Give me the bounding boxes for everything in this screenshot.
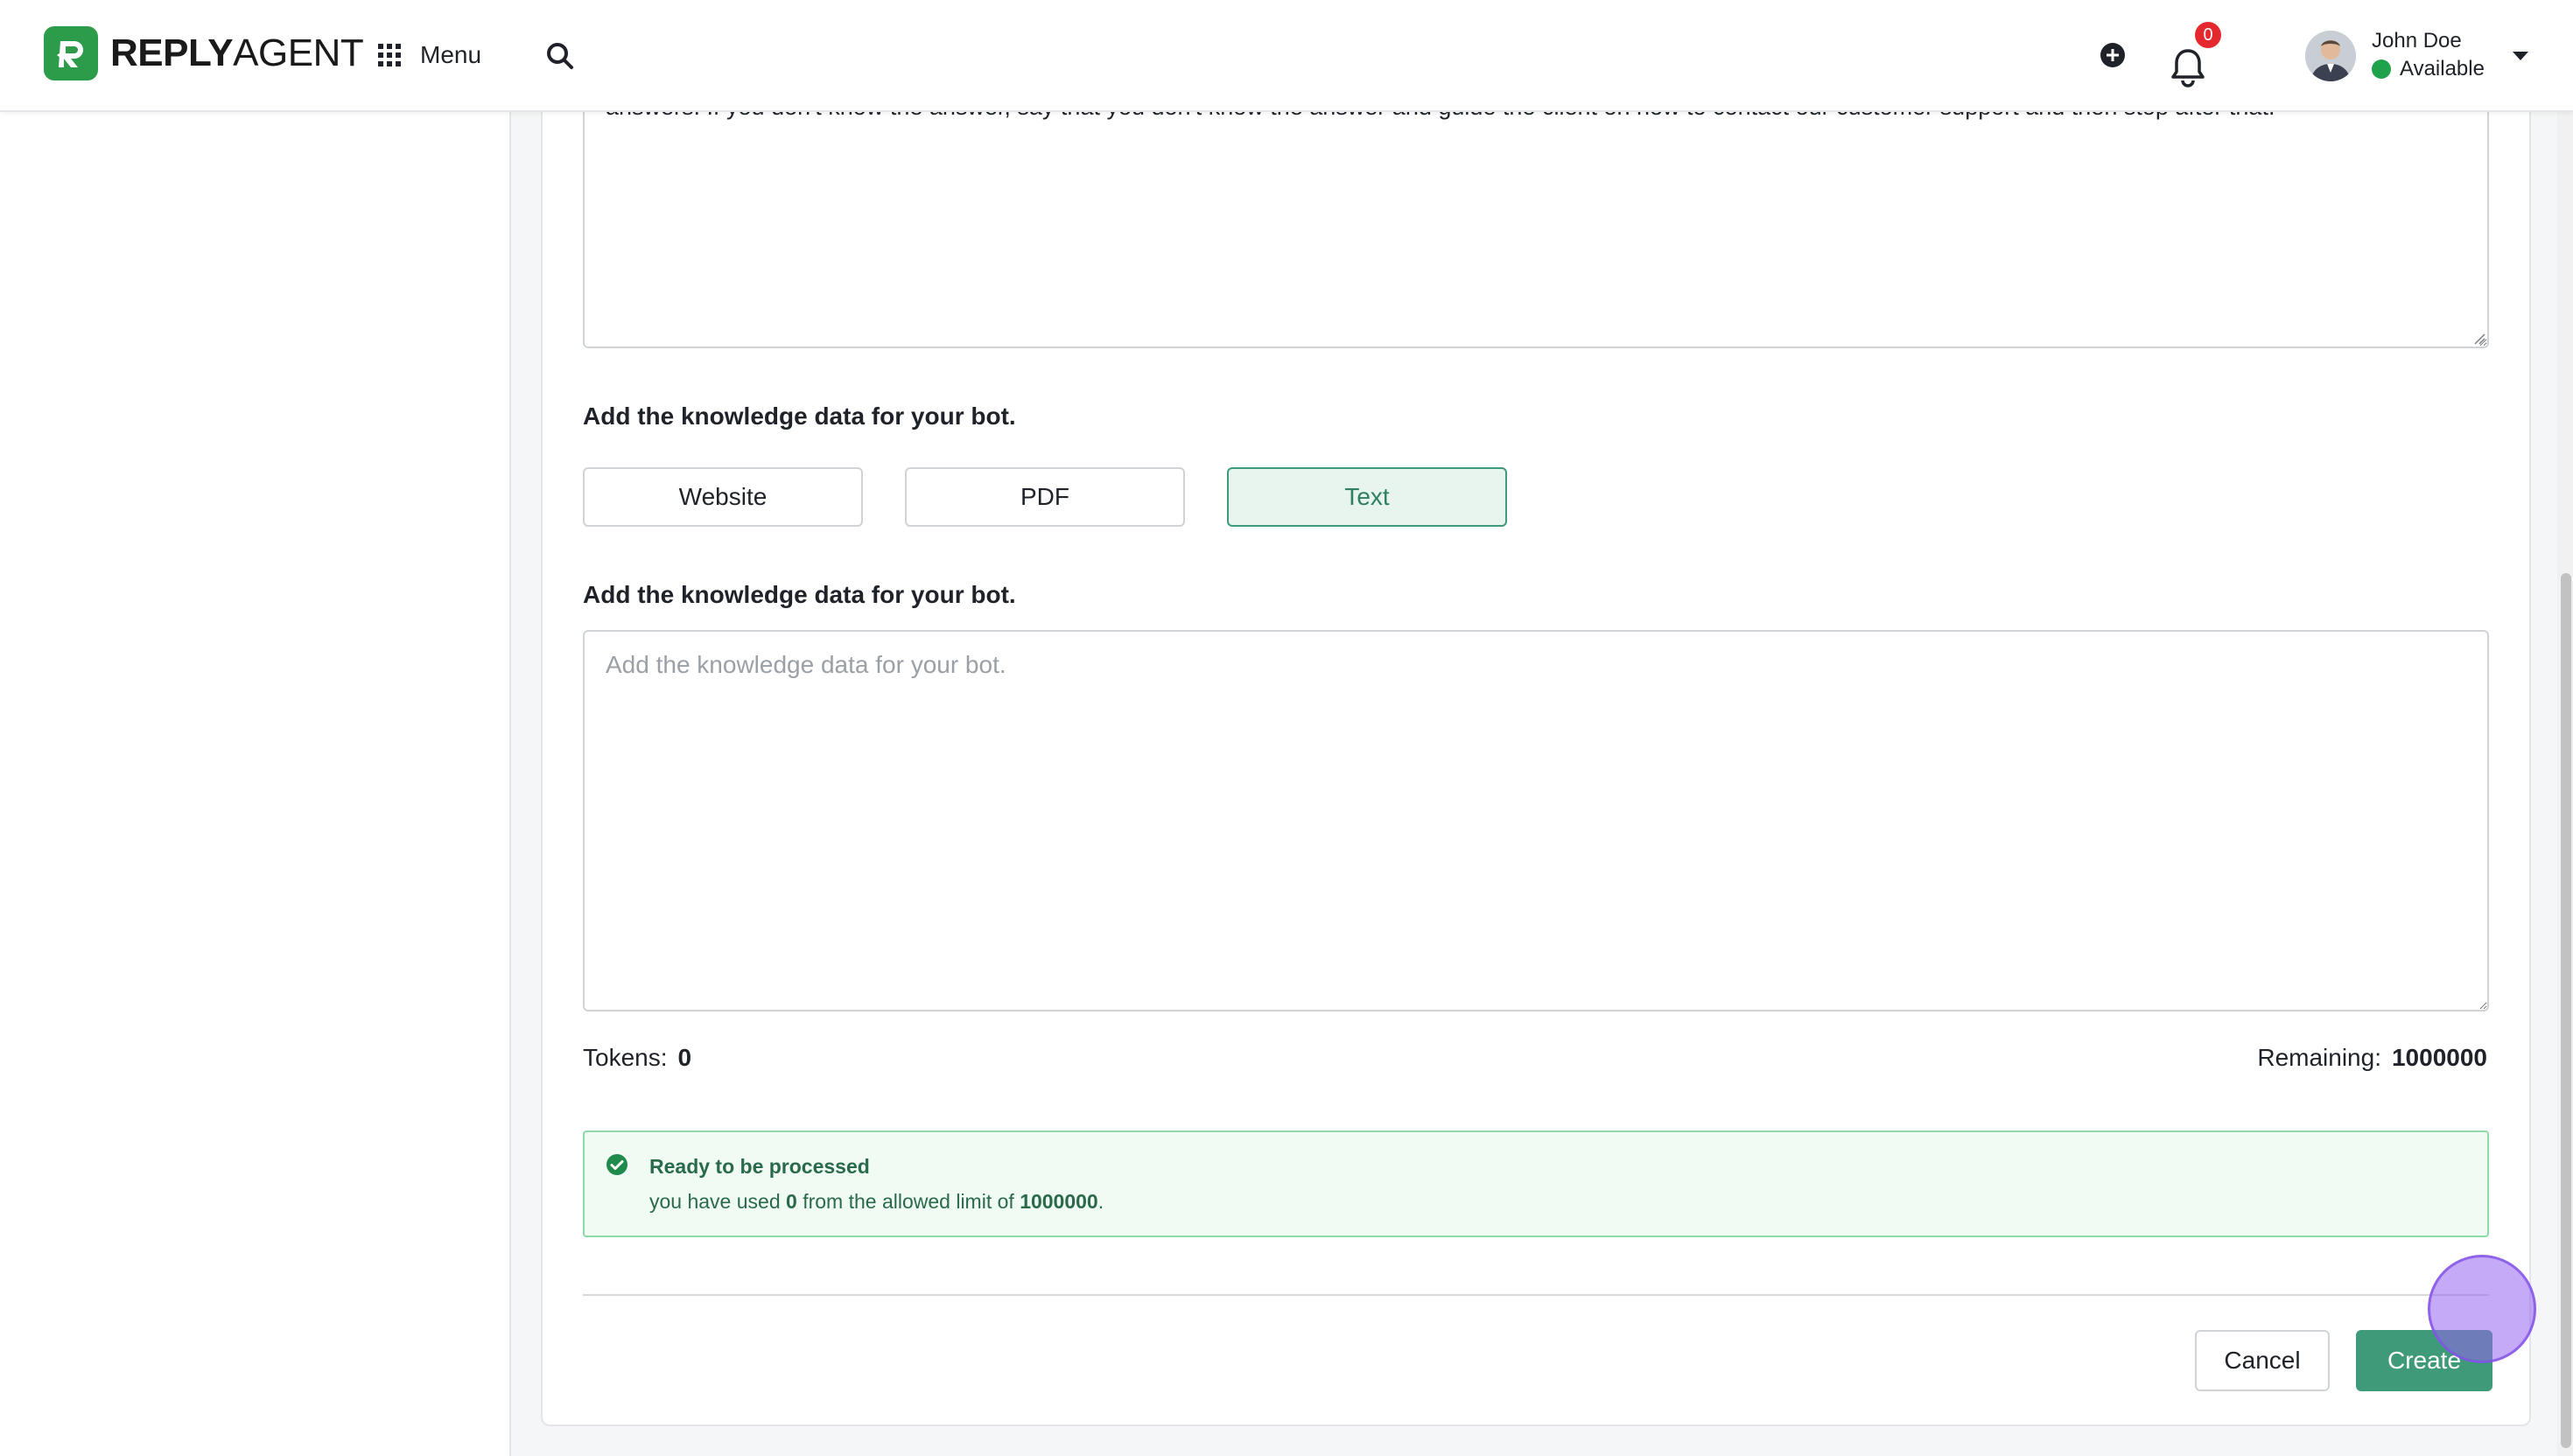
tokens-value: 0 bbox=[677, 1044, 692, 1071]
user-status: Available bbox=[2372, 54, 2485, 84]
form-footer-divider bbox=[583, 1294, 2489, 1296]
user-menu[interactable]: John Doe Available bbox=[2305, 26, 2530, 86]
source-text-button[interactable]: Text bbox=[1227, 467, 1507, 527]
tokens-label: Tokens: bbox=[583, 1044, 668, 1071]
source-website-button[interactable]: Website bbox=[583, 467, 863, 527]
avatar bbox=[2305, 31, 2356, 81]
grid-icon bbox=[378, 44, 401, 66]
user-status-label: Available bbox=[2400, 57, 2485, 80]
create-button[interactable]: Create bbox=[2356, 1330, 2492, 1391]
ready-alert: Ready to be processed you have used 0 fr… bbox=[583, 1130, 2489, 1237]
left-sidebar bbox=[0, 112, 511, 1456]
check-circle-icon bbox=[606, 1154, 627, 1175]
alert-limit-value: 1000000 bbox=[1020, 1190, 1098, 1213]
knowledge-text-input[interactable] bbox=[583, 630, 2489, 1012]
search-icon[interactable] bbox=[543, 38, 578, 74]
cancel-button[interactable]: Cancel bbox=[2195, 1330, 2330, 1391]
replyagent-logo[interactable]: REPLYAGENT bbox=[44, 26, 364, 80]
brand-name: REPLYAGENT bbox=[110, 32, 364, 74]
alert-body-middle: from the allowed limit of bbox=[803, 1190, 1014, 1213]
bot-prompt-textarea[interactable]: always structure the answer with differe… bbox=[583, 88, 2489, 348]
knowledge-source-label: Add the knowledge data for your bot. bbox=[583, 402, 1016, 430]
remaining-value: 1000000 bbox=[2391, 1044, 2487, 1071]
user-info: John Doe Available bbox=[2372, 28, 2485, 84]
replyagent-logo-icon bbox=[44, 26, 98, 80]
alert-title: Ready to be processed bbox=[649, 1155, 870, 1178]
alert-used-value: 0 bbox=[786, 1190, 797, 1213]
user-name: John Doe bbox=[2372, 29, 2462, 52]
alert-body-suffix: . bbox=[1097, 1190, 1104, 1213]
remaining-label: Remaining: bbox=[2257, 1044, 2381, 1071]
page-scrollbar-thumb[interactable] bbox=[2561, 573, 2571, 1448]
caret-down-icon bbox=[2512, 52, 2528, 60]
menu-label: Menu bbox=[420, 41, 482, 68]
remaining-counter: Remaining: 1000000 bbox=[2257, 1044, 2487, 1072]
tokens-counter: Tokens: 0 bbox=[583, 1044, 691, 1072]
alert-body-prefix: you have used bbox=[649, 1190, 781, 1213]
top-header: REPLYAGENT Menu 0 John Doe Available bbox=[0, 0, 2573, 112]
source-pdf-button[interactable]: PDF bbox=[905, 467, 1185, 527]
resize-handle-icon[interactable] bbox=[2471, 331, 2485, 345]
notification-bell-icon[interactable] bbox=[2169, 46, 2207, 89]
add-circle-icon[interactable] bbox=[2099, 41, 2127, 69]
knowledge-text-label: Add the knowledge data for your bot. bbox=[583, 581, 1016, 608]
menu-button[interactable]: Menu bbox=[378, 35, 481, 75]
alert-body: you have used 0 from the allowed limit o… bbox=[649, 1190, 1104, 1214]
status-online-dot-icon bbox=[2372, 60, 2391, 79]
notification-count-badge: 0 bbox=[2195, 22, 2221, 48]
